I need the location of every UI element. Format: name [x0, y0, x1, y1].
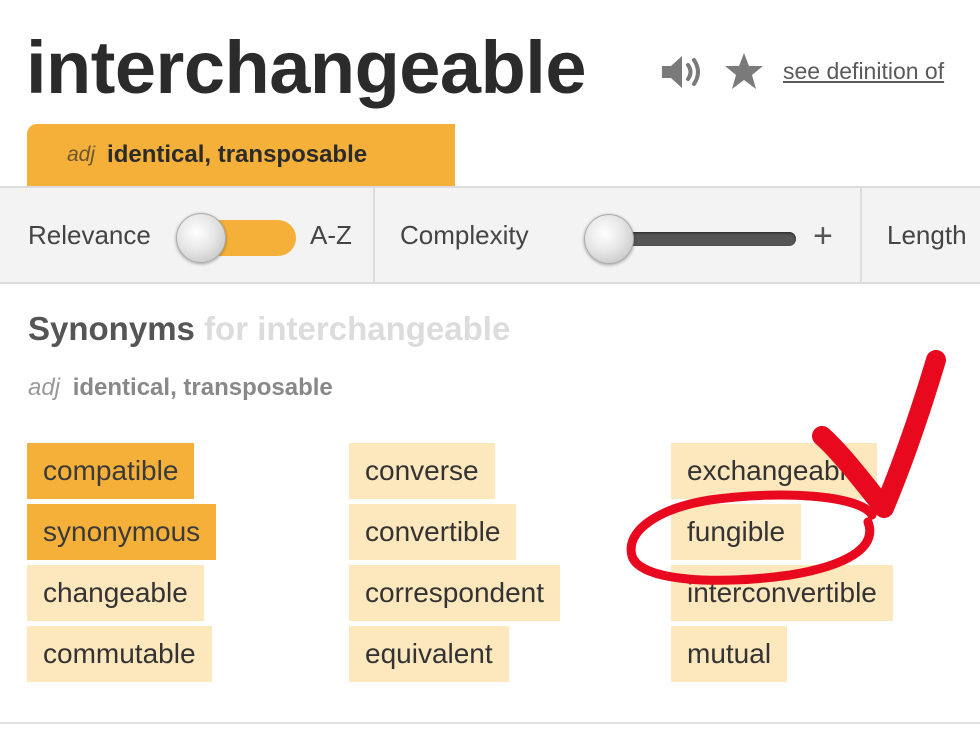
synonym-interconvertible[interactable]: interconvertible [671, 565, 893, 621]
filter-divider [860, 188, 862, 282]
sense-tab-pos: adj [67, 143, 96, 166]
plus-icon[interactable]: + [813, 216, 833, 256]
synonyms-sense: adj identical, transposable [28, 374, 333, 402]
filter-bar: Relevance A-Z Complexity + Length [0, 186, 980, 284]
synonym-converse[interactable]: converse [349, 443, 495, 499]
synonyms-heading-main: Synonyms [28, 310, 195, 347]
synonym-fungible[interactable]: fungible [671, 504, 802, 560]
synonym-equivalent[interactable]: equivalent [349, 626, 509, 682]
synonyms-heading-for: for interchangeable [204, 310, 511, 347]
complexity-label: Complexity [400, 220, 529, 250]
see-definition-link[interactable]: see definition of [783, 58, 944, 85]
sense-tab[interactable]: adj identical, transposable [27, 124, 455, 186]
star-icon[interactable] [724, 51, 764, 91]
synonyms-sense-pos: adj [28, 374, 61, 401]
synonym-mutual[interactable]: mutual [671, 626, 788, 682]
synonym-exchangeable[interactable]: exchangeable [671, 443, 878, 499]
length-label: Length [887, 220, 967, 250]
complexity-slider-knob[interactable] [584, 214, 634, 264]
synonym-synonymous[interactable]: synonymous [27, 504, 217, 560]
synonyms-sense-definition: identical, transposable [72, 374, 333, 401]
sort-toggle-knob[interactable] [176, 213, 226, 263]
synonym-correspondent[interactable]: correspondent [349, 565, 561, 621]
synonym-convertible[interactable]: convertible [349, 504, 517, 560]
az-label: A-Z [310, 220, 352, 250]
synonym-changeable[interactable]: changeable [27, 565, 204, 621]
relevance-label: Relevance [28, 220, 151, 250]
section-divider [0, 722, 980, 724]
filter-divider [373, 188, 375, 282]
synonym-compatible[interactable]: compatible [27, 443, 195, 499]
speaker-icon[interactable] [660, 52, 706, 92]
synonym-commutable[interactable]: commutable [27, 626, 212, 682]
sense-tab-definition: identical, transposable [107, 141, 368, 168]
synonyms-heading: Synonyms for interchangeable [28, 310, 510, 348]
page-title: interchangeable [26, 26, 587, 109]
